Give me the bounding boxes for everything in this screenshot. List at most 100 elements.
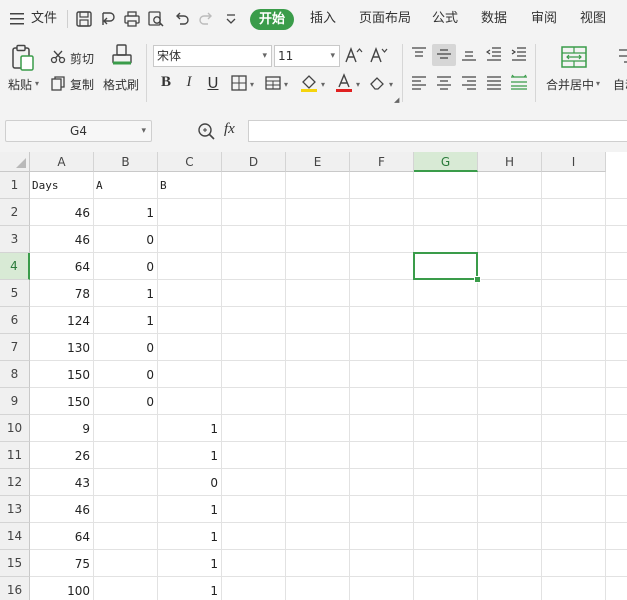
undo-icon[interactable] xyxy=(173,10,191,28)
distributed-align-icon[interactable] xyxy=(510,74,528,90)
tab-view[interactable]: 视图 xyxy=(580,0,606,38)
fill-color-icon[interactable] xyxy=(299,73,319,93)
borders-icon[interactable] xyxy=(231,75,247,91)
tab-formulas[interactable]: 公式 xyxy=(432,0,458,38)
cell-a10[interactable]: 9 xyxy=(30,415,93,442)
tab-page-layout[interactable]: 页面布局 xyxy=(359,0,411,38)
column-header-i[interactable]: I xyxy=(542,152,606,172)
cell-a13[interactable]: 46 xyxy=(30,496,93,523)
cell-a16[interactable]: 100 xyxy=(30,577,93,600)
row-header-3[interactable]: 3 xyxy=(0,226,30,253)
row-header-14[interactable]: 14 xyxy=(0,523,30,550)
tab-review[interactable]: 审阅 xyxy=(531,0,557,38)
format-painter-icon[interactable] xyxy=(111,44,133,70)
row-header-7[interactable]: 7 xyxy=(0,334,30,361)
merge-center-button[interactable]: 合并居中 xyxy=(546,76,594,93)
merge-dropdown-icon[interactable]: ▾ xyxy=(596,79,600,88)
cell-b6[interactable]: 1 xyxy=(94,307,157,334)
name-box[interactable]: G4 ▾ xyxy=(5,120,152,142)
font-color-dropdown-icon[interactable]: ▾ xyxy=(356,80,360,89)
cell-c1[interactable]: B xyxy=(158,172,221,199)
decrease-indent-icon[interactable] xyxy=(486,47,502,61)
fill-color-dropdown-icon[interactable]: ▾ xyxy=(321,80,325,89)
search-icon[interactable] xyxy=(197,122,215,140)
column-header-a[interactable]: A xyxy=(30,152,94,172)
column-header-b[interactable]: B xyxy=(94,152,158,172)
row-header-6[interactable]: 6 xyxy=(0,307,30,334)
tab-data[interactable]: 数据 xyxy=(481,0,507,38)
borders-dropdown-icon[interactable]: ▾ xyxy=(250,80,254,89)
insert-function-button[interactable]: fx xyxy=(224,121,235,138)
cell-a3[interactable]: 46 xyxy=(30,226,93,253)
cell-style-dropdown-icon[interactable]: ▾ xyxy=(284,80,288,89)
cell-a7[interactable]: 130 xyxy=(30,334,93,361)
paste-dropdown-icon[interactable]: ▾ xyxy=(35,79,39,88)
cell-b9[interactable]: 0 xyxy=(94,388,157,415)
cell-b12[interactable] xyxy=(94,469,157,496)
align-center-icon[interactable] xyxy=(436,76,452,90)
quick-access-more-icon[interactable] xyxy=(222,10,240,28)
underline-button[interactable]: U xyxy=(204,74,222,92)
cell-a15[interactable]: 75 xyxy=(30,550,93,577)
merge-center-icon[interactable] xyxy=(561,46,587,68)
cell-b11[interactable] xyxy=(94,442,157,469)
column-header-d[interactable]: D xyxy=(222,152,286,172)
cell-a12[interactable]: 43 xyxy=(30,469,93,496)
cell-c9[interactable] xyxy=(158,388,221,415)
row-header-15[interactable]: 15 xyxy=(0,550,30,577)
justify-icon[interactable] xyxy=(486,76,502,90)
bold-button[interactable]: B xyxy=(157,74,175,91)
cell-a11[interactable]: 26 xyxy=(30,442,93,469)
paste-button[interactable]: 粘贴 xyxy=(8,76,32,93)
cell-a2[interactable]: 46 xyxy=(30,199,93,226)
row-header-8[interactable]: 8 xyxy=(0,361,30,388)
increase-indent-icon[interactable] xyxy=(511,47,527,61)
row-header-11[interactable]: 11 xyxy=(0,442,30,469)
cell-a1[interactable]: Days xyxy=(30,172,93,199)
font-settings-launcher-icon[interactable]: ◢ xyxy=(394,96,399,104)
cell-c15[interactable]: 1 xyxy=(158,550,221,577)
spreadsheet-grid[interactable]: A B C D E F G H I 1 2 3 4 5 6 7 8 9 10 11 12 13 14 15 16 Days 46 46… xyxy=(0,152,627,600)
cell-a9[interactable]: 150 xyxy=(30,388,93,415)
row-header-10[interactable]: 10 xyxy=(0,415,30,442)
selected-cell-outline[interactable] xyxy=(413,252,478,280)
redo-icon[interactable] xyxy=(197,10,215,28)
cell-b1[interactable]: A xyxy=(94,172,157,199)
cell-b16[interactable] xyxy=(94,577,157,600)
cell-b3[interactable]: 0 xyxy=(94,226,157,253)
cell-c7[interactable] xyxy=(158,334,221,361)
cell-c14[interactable]: 1 xyxy=(158,523,221,550)
print-preview-icon[interactable] xyxy=(147,10,165,28)
align-top-icon[interactable] xyxy=(411,47,427,61)
cell-b14[interactable] xyxy=(94,523,157,550)
cell-a14[interactable]: 64 xyxy=(30,523,93,550)
export-icon[interactable] xyxy=(99,10,117,28)
row-header-16[interactable]: 16 xyxy=(0,577,30,600)
cell-c2[interactable] xyxy=(158,199,221,226)
cell-c4[interactable] xyxy=(158,253,221,280)
column-header-e[interactable]: E xyxy=(286,152,350,172)
print-icon[interactable] xyxy=(123,10,141,28)
cut-button[interactable]: 剪切 xyxy=(70,50,94,67)
cell-c16[interactable]: 1 xyxy=(158,577,221,600)
cell-style-icon[interactable] xyxy=(265,75,281,91)
fill-handle[interactable] xyxy=(474,276,481,283)
cell-a4[interactable]: 64 xyxy=(30,253,93,280)
paste-icon[interactable] xyxy=(10,44,36,72)
clear-dropdown-icon[interactable]: ▾ xyxy=(389,80,393,89)
cell-c6[interactable] xyxy=(158,307,221,334)
cell-b7[interactable]: 0 xyxy=(94,334,157,361)
font-name-select[interactable]: 宋体 ▾ xyxy=(153,45,272,67)
tab-insert[interactable]: 插入 xyxy=(310,0,336,38)
row-header-1[interactable]: 1 xyxy=(0,172,30,199)
copy-icon[interactable] xyxy=(51,76,66,91)
cell-a5[interactable]: 78 xyxy=(30,280,93,307)
align-right-icon[interactable] xyxy=(461,76,477,90)
row-header-13[interactable]: 13 xyxy=(0,496,30,523)
increase-font-icon[interactable] xyxy=(345,46,363,64)
decrease-font-icon[interactable] xyxy=(370,46,388,64)
wrap-text-icon[interactable] xyxy=(616,48,627,70)
file-menu[interactable]: 文件 xyxy=(31,0,57,38)
tab-home[interactable]: 开始 xyxy=(250,9,294,30)
align-bottom-icon[interactable] xyxy=(461,47,477,61)
